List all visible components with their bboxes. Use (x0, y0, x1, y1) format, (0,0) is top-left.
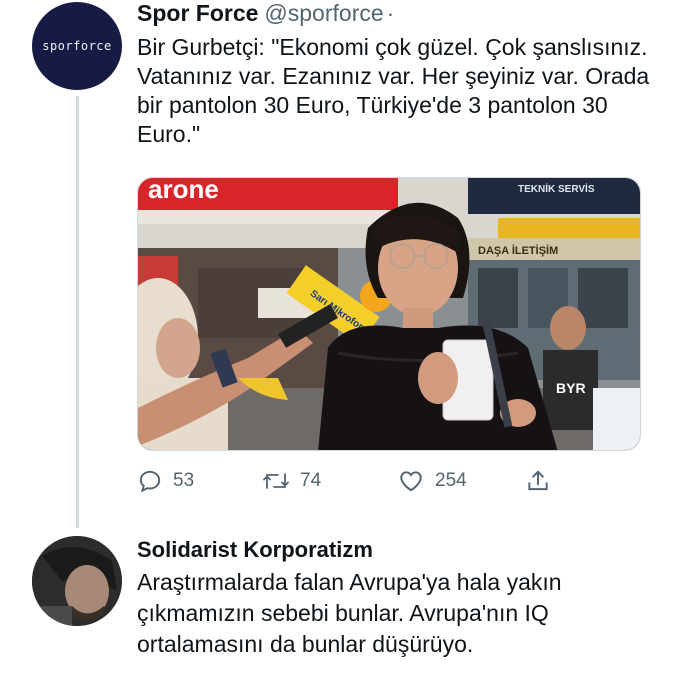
store-sign2-text: TEKNİK SERVİS (518, 182, 595, 195)
store-sign-text: arone (148, 178, 219, 204)
share-icon (528, 470, 548, 491)
reply-avatar[interactable] (32, 536, 122, 626)
reply-avatar-photo (32, 536, 122, 626)
avatar[interactable]: sporforce (32, 2, 122, 90)
reply-author-name[interactable]: Solidarist Korporatizm (137, 537, 373, 563)
author-name[interactable]: Spor Force (137, 0, 258, 26)
thread-line (76, 96, 79, 528)
tweet-actions: 53 74 254 (137, 466, 557, 496)
reply-text: Araştırmalarda falan Avrupa'ya hala yakı… (137, 569, 562, 657)
reply-action[interactable]: 53 (137, 466, 194, 496)
separator-dot: · (386, 0, 395, 26)
tweet-header: Spor Force @sporforce · (137, 0, 394, 26)
like-action[interactable]: 254 (397, 466, 467, 496)
shirt-text: BYR (556, 380, 586, 396)
street-interview-photo: arone TEKNİK SERVİS DAŞA İLETİŞİM BYR Sa… (138, 178, 640, 450)
reply-count: 53 (173, 470, 195, 491)
reply-icon (139, 470, 161, 493)
like-count: 254 (435, 470, 467, 491)
store-sign3-text: DAŞA İLETİŞİM (478, 244, 558, 257)
share-action[interactable] (525, 466, 561, 496)
author-handle[interactable]: @sporforce (264, 0, 383, 26)
tweet-media-image[interactable]: arone TEKNİK SERVİS DAŞA İLETİŞİM BYR Sa… (137, 177, 641, 451)
retweet-action[interactable]: 74 (262, 466, 321, 496)
tweet-text: Bir Gurbetçi: "Ekonomi çok güzel. Çok şa… (137, 34, 650, 147)
avatar-logo-text: sporforce (42, 39, 112, 53)
retweet-icon (263, 473, 289, 489)
heart-icon (400, 471, 422, 492)
retweet-count: 74 (300, 470, 322, 491)
